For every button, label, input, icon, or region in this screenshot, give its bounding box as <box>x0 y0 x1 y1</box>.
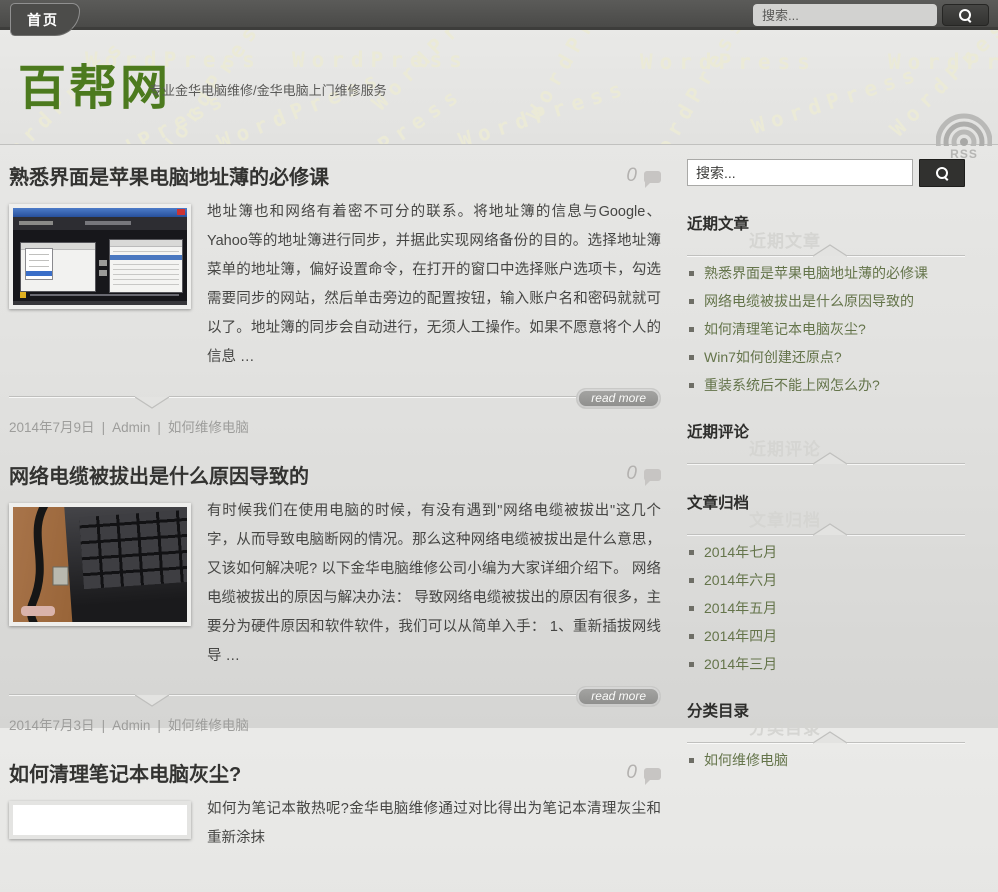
post-date: 2014年7月9日 <box>9 420 95 435</box>
widget-title: 近期评论 <box>687 420 965 442</box>
sidebar-search-button[interactable] <box>919 159 965 187</box>
widget-divider <box>687 244 965 257</box>
post-meta: 2014年7月3日|Admin|如何维修电脑 <box>9 714 661 734</box>
widget-title: 文章归档 <box>687 491 965 513</box>
sidebar-widget-recent-comments: 近期评论近期评论 <box>687 420 965 465</box>
widget-item-link[interactable]: 熟悉界面是苹果电脑地址薄的必修课 <box>704 265 928 281</box>
post-title-link[interactable]: 熟悉界面是苹果电脑地址薄的必修课 <box>9 161 329 190</box>
widget-item-list: 熟悉界面是苹果电脑地址薄的必修课网络电缆被拔出是什么原因导致的如何清理笔记本电脑… <box>687 265 965 394</box>
widget-list-item: 网络电缆被拔出是什么原因导致的 <box>687 293 965 310</box>
post-author-link[interactable]: Admin <box>112 718 150 733</box>
sidebar-widget-recent-posts: 近期文章近期文章熟悉界面是苹果电脑地址薄的必修课网络电缆被拔出是什么原因导致的如… <box>687 212 965 394</box>
comment-count: 0 <box>626 463 637 485</box>
divider-notch-icon <box>135 396 169 409</box>
sidebar-widget-categories: 分类目录分类目录如何维修电脑 <box>687 699 965 769</box>
widget-item-link[interactable]: 如何维修电脑 <box>704 752 788 768</box>
sidebar-search <box>687 159 965 187</box>
widget-item-link[interactable]: 2014年四月 <box>704 628 777 644</box>
widget-item-link[interactable]: 网络电缆被拔出是什么原因导致的 <box>704 293 914 309</box>
comments-link[interactable]: 0 <box>626 762 661 784</box>
post-divider: read more <box>9 693 661 707</box>
posts-column: 熟悉界面是苹果电脑地址薄的必修课 0 地址簿也和网络有着密不可分的 <box>9 157 661 892</box>
sidebar: 近期文章近期文章熟悉界面是苹果电脑地址薄的必修课网络电缆被拔出是什么原因导致的如… <box>687 157 965 892</box>
search-icon <box>959 9 972 22</box>
widget-list-item: Win7如何创建还原点? <box>687 349 965 366</box>
widget-list-item: 如何清理笔记本电脑灰尘? <box>687 321 965 338</box>
widget-item-link[interactable]: Win7如何创建还原点? <box>704 349 842 365</box>
divider-notch-icon <box>135 694 169 707</box>
comments-link[interactable]: 0 <box>626 165 661 187</box>
widget-item-link[interactable]: 重装系统后不能上网怎么办? <box>704 377 880 393</box>
comment-bubble-icon <box>644 171 661 183</box>
comment-bubble-icon <box>644 469 661 481</box>
post-author-link[interactable]: Admin <box>112 420 150 435</box>
post-date: 2014年7月3日 <box>9 718 95 733</box>
widget-item-list: 如何维修电脑 <box>687 752 965 769</box>
post-divider: read more <box>9 395 661 409</box>
widget-list-item: 2014年四月 <box>687 628 965 645</box>
content-area: 熟悉界面是苹果电脑地址薄的必修课 0 地址簿也和网络有着密不可分的 <box>0 145 998 892</box>
widget-list-item: 熟悉界面是苹果电脑地址薄的必修课 <box>687 265 965 282</box>
widget-list-item: 2014年六月 <box>687 572 965 589</box>
comment-bubble-icon <box>644 768 661 780</box>
widget-item-link[interactable]: 2014年六月 <box>704 572 777 588</box>
search-icon <box>936 167 949 180</box>
widget-divider <box>687 523 965 536</box>
topbar-search <box>753 4 989 26</box>
post-excerpt: 如何为笔记本散热呢?金华电脑维修通过对比得出为笔记本清理灰尘和重新涂抹 <box>207 795 661 853</box>
widget-divider <box>687 731 965 744</box>
wordpress-watermark-text: WordPress <box>214 66 387 144</box>
sidebar-widget-archives: 文章归档文章归档2014年七月2014年六月2014年五月2014年四月2014… <box>687 491 965 673</box>
post-article-3: 如何清理笔记本电脑灰尘? 0 如何为笔记本散热呢?金华电脑维修通过对比得出为笔记… <box>9 758 661 868</box>
widget-title: 分类目录 <box>687 699 965 721</box>
rss-link[interactable]: RSS <box>936 104 992 161</box>
post-meta: 2014年7月9日|Admin|如何维修电脑 <box>9 416 661 436</box>
comment-count: 0 <box>626 762 637 784</box>
post-thumbnail-blank[interactable] <box>9 801 191 839</box>
topbar-search-button[interactable] <box>942 4 989 26</box>
network-cable-graphic <box>13 507 191 626</box>
read-more-button[interactable]: read more <box>576 686 661 707</box>
post-excerpt: 有时候我们在使用电脑的时候，有没有遇到"网络电缆被拔出"这几个字，从而导致电脑断… <box>207 497 661 671</box>
widget-item-link[interactable]: 2014年三月 <box>704 656 777 672</box>
post-thumbnail-keyboard-photo[interactable] <box>9 503 191 626</box>
nav-tab-home[interactable]: 首页 <box>10 3 80 36</box>
widget-list-item: 重装系统后不能上网怎么办? <box>687 377 965 394</box>
post-excerpt: 地址簿也和网络有着密不可分的联系。将地址簿的信息与Google、Yahoo等的地… <box>207 198 661 372</box>
widget-list-item: 如何维修电脑 <box>687 752 965 769</box>
widget-item-link[interactable]: 2014年七月 <box>704 544 777 560</box>
sidebar-search-input[interactable] <box>687 159 913 186</box>
comment-count: 0 <box>626 165 637 187</box>
rss-icon <box>936 104 992 146</box>
site-header: WordPressWordPressWordPressWordPressWord… <box>0 30 998 145</box>
post-article-2: 网络电缆被拔出是什么原因导致的 0 有时候我们在使用电脑的时候，有没有遇到"网络… <box>9 460 661 735</box>
widget-list-item: 2014年三月 <box>687 656 965 673</box>
widget-list-item: 2014年五月 <box>687 600 965 617</box>
topbar-search-input[interactable] <box>753 4 937 26</box>
widget-title: 近期文章 <box>687 212 965 234</box>
post-category-link[interactable]: 如何维修电脑 <box>168 420 249 435</box>
post-title-link[interactable]: 网络电缆被拔出是什么原因导致的 <box>9 460 309 489</box>
post-category-link[interactable]: 如何维修电脑 <box>168 718 249 733</box>
widget-item-link[interactable]: 如何清理笔记本电脑灰尘? <box>704 321 866 337</box>
read-more-button[interactable]: read more <box>576 388 661 409</box>
comments-link[interactable]: 0 <box>626 463 661 485</box>
widget-item-link[interactable]: 2014年五月 <box>704 600 777 616</box>
widget-divider <box>687 452 965 465</box>
rss-label: RSS <box>936 147 992 161</box>
post-thumbnail-blackberry-screenshot[interactable] <box>9 204 191 309</box>
widget-list-item: 2014年七月 <box>687 544 965 561</box>
site-tagline: 专业金华电脑维修/金华电脑上门维修服务 <box>149 80 387 99</box>
widget-item-list: 2014年七月 2014年六月 2014年五月 2014年四月 2014年三月 <box>687 544 965 673</box>
post-title-link[interactable]: 如何清理笔记本电脑灰尘? <box>9 758 241 787</box>
wordpress-watermark-text: WordPress <box>642 30 751 144</box>
top-navigation-bar: 首页 <box>0 0 998 30</box>
post-article-1: 熟悉界面是苹果电脑地址薄的必修课 0 地址簿也和网络有着密不可分的 <box>9 161 661 436</box>
